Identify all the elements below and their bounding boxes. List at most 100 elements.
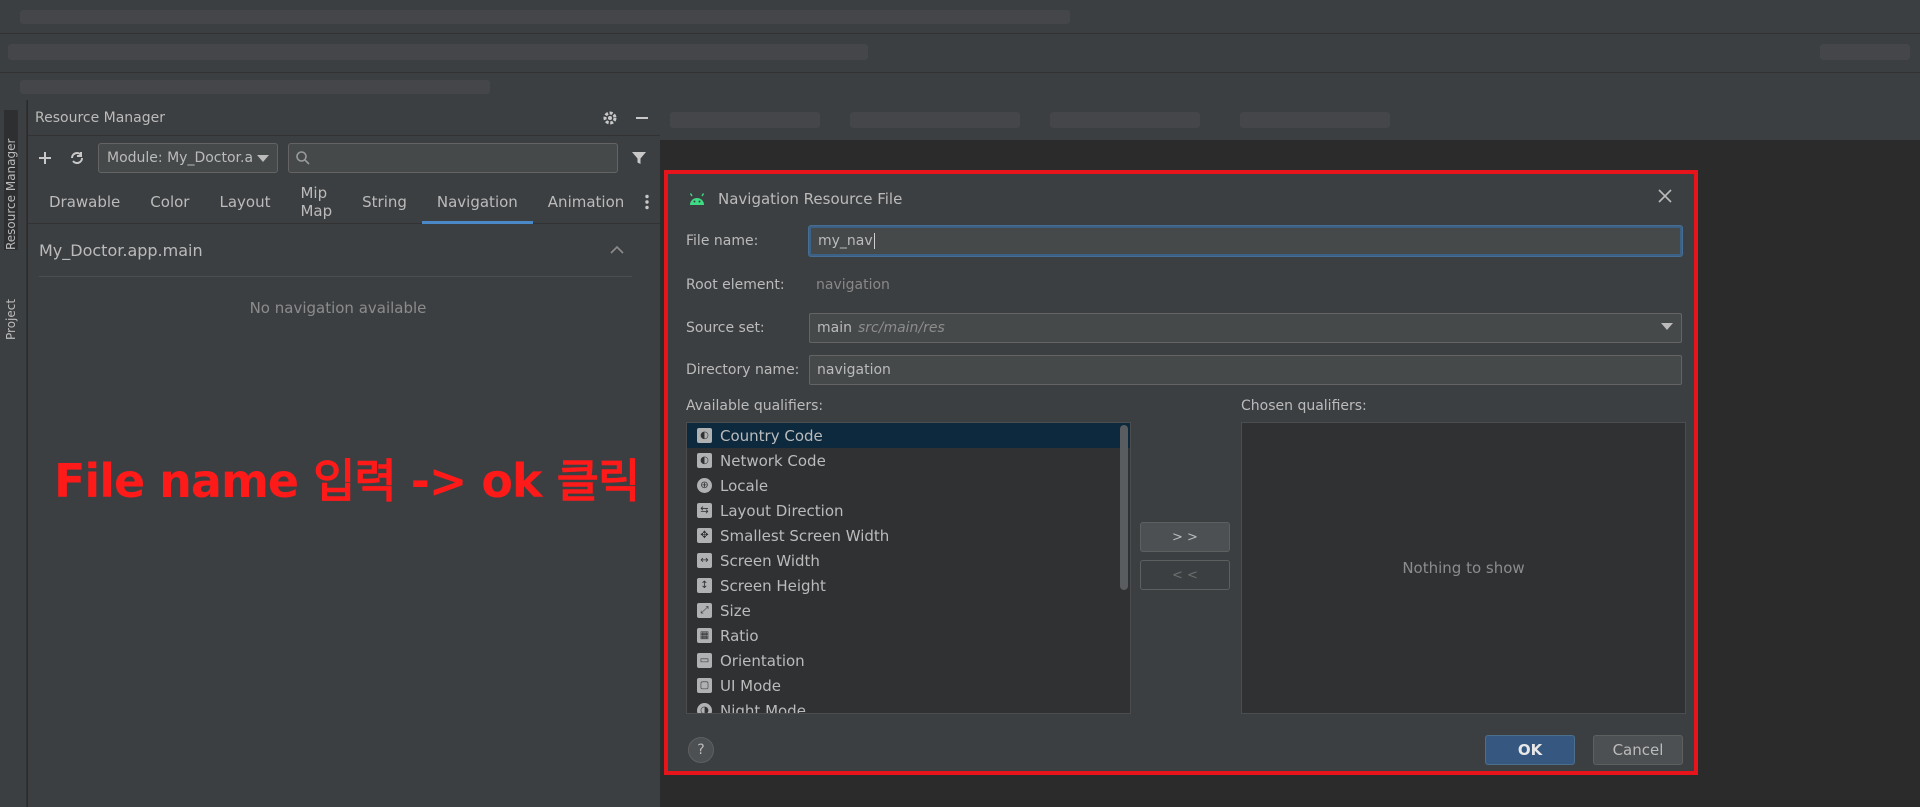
android-icon [689, 193, 705, 205]
blurred-toolbar [8, 44, 868, 60]
globe-icon: ⊕ [697, 478, 712, 493]
root-element-value: navigation [816, 277, 890, 293]
directory-name-value: navigation [817, 362, 891, 378]
search-input[interactable] [288, 143, 618, 173]
directory-name-field[interactable]: navigation [809, 355, 1682, 385]
navigation-resource-file-dialog: Navigation Resource File File name: my_n… [664, 170, 1698, 775]
tab-color[interactable]: Color [135, 180, 204, 223]
tool-window-strip: Resource Manager Project [0, 100, 27, 807]
filter-icon[interactable] [628, 147, 650, 169]
list-item[interactable]: ⤢ Size [687, 598, 1130, 623]
available-qualifiers-label: Available qualifiers: [686, 398, 824, 414]
ok-button[interactable]: OK [1485, 735, 1575, 765]
annotation-text: File name 입력 -> ok 클릭 [54, 454, 640, 508]
toolbar-divider [0, 72, 1920, 73]
root-element-label: Root element: [686, 277, 785, 293]
blurred-editor-tab [1050, 112, 1200, 128]
group-title: My_Doctor.app.main [39, 240, 203, 260]
list-item[interactable]: ◑ Night Mode [687, 698, 1130, 714]
tab-drawable[interactable]: Drawable [34, 180, 135, 223]
source-set-select[interactable]: main src/main/res [809, 313, 1682, 343]
ide-toolbar [0, 0, 1920, 100]
list-item[interactable]: ⊕ Locale [687, 473, 1130, 498]
list-item[interactable]: ↔ Screen Width [687, 548, 1130, 573]
blurred-toolbar-right [1820, 44, 1910, 60]
list-item-label: Layout Direction [720, 501, 844, 520]
blurred-breadcrumb [20, 80, 490, 94]
tab-mip-map[interactable]: Mip Map [285, 180, 347, 223]
panel-header: Resource Manager [28, 100, 660, 136]
list-item-label: Country Code [720, 426, 823, 445]
refresh-icon[interactable] [66, 147, 88, 169]
file-name-value: my_nav [818, 233, 873, 249]
screen-width-icon: ↔ [697, 553, 712, 568]
tab-string[interactable]: String [347, 180, 422, 223]
side-tab-project[interactable]: Project [4, 270, 18, 340]
list-item[interactable]: ▭ Orientation [687, 648, 1130, 673]
tab-animation[interactable]: Animation [533, 180, 639, 223]
chosen-qualifiers-label: Chosen qualifiers: [1241, 398, 1367, 414]
layout-direction-icon: ⇆ [697, 503, 712, 518]
panel-toolbar: Module: My_Doctor.a [28, 136, 660, 180]
chevron-up-icon [610, 245, 624, 254]
cancel-button[interactable]: Cancel [1593, 735, 1683, 765]
toolbar-divider [0, 33, 1920, 34]
list-scrollbar[interactable] [1120, 425, 1128, 590]
night-mode-icon: ◑ [697, 703, 712, 713]
smallest-width-icon: ✥ [697, 528, 712, 543]
list-item-label: Night Mode [720, 701, 806, 714]
list-item-label: Smallest Screen Width [720, 526, 890, 545]
blurred-editor-tab [670, 112, 820, 128]
side-tab-resource-manager[interactable]: Resource Manager [4, 110, 18, 250]
orientation-icon: ▭ [697, 653, 712, 668]
blurred-editor-tab [1240, 112, 1390, 128]
chevron-down-icon [257, 155, 269, 162]
close-icon[interactable] [1658, 184, 1672, 208]
ui-mode-icon: ▢ [697, 678, 712, 693]
list-item-label: Screen Width [720, 551, 820, 570]
panel-title: Resource Manager [35, 109, 166, 126]
list-item-label: Screen Height [720, 576, 826, 595]
blurred-editor-tab [850, 112, 1020, 128]
file-name-label: File name: [686, 233, 759, 249]
resource-tabs: Drawable Color Layout Mip Map String Nav… [28, 180, 660, 224]
list-item[interactable]: ↕ Screen Height [687, 573, 1130, 598]
size-icon: ⤢ [697, 603, 712, 618]
more-tabs-icon[interactable] [639, 180, 655, 223]
source-set-label: Source set: [686, 320, 765, 336]
available-qualifiers-list[interactable]: ◐ Country Code ◐ Network Code ⊕ Locale ⇆ Lay… [686, 422, 1131, 714]
tab-navigation[interactable]: Navigation [421, 180, 533, 224]
group-divider [39, 276, 632, 277]
chosen-qualifiers-list: Nothing to show [1241, 422, 1686, 714]
blurred-menu-bar [20, 10, 1070, 24]
list-item[interactable]: ◐ Network Code [687, 448, 1130, 473]
list-item-label: Size [720, 601, 751, 620]
source-set-path: src/main/res [857, 320, 945, 336]
add-icon[interactable] [34, 147, 56, 169]
chevron-down-icon [1661, 323, 1673, 330]
list-item[interactable]: ▢ UI Mode [687, 673, 1130, 698]
list-item-label: Orientation [720, 651, 805, 670]
resource-group-header[interactable]: My_Doctor.app.main [28, 224, 660, 276]
module-select-value: Module: My_Doctor.a [107, 150, 252, 166]
ratio-icon: ▦ [697, 628, 712, 643]
help-button[interactable]: ? [688, 737, 714, 763]
list-item-label: Ratio [720, 626, 759, 645]
text-cursor [873, 233, 875, 249]
add-qualifier-button[interactable]: > > [1140, 522, 1230, 552]
gear-icon[interactable] [599, 107, 621, 129]
chosen-empty-message: Nothing to show [1402, 559, 1525, 577]
list-item[interactable]: ▦ Ratio [687, 623, 1130, 648]
module-select[interactable]: Module: My_Doctor.a [98, 143, 278, 173]
list-item-label: Locale [720, 476, 769, 495]
remove-qualifier-button[interactable]: < < [1140, 560, 1230, 590]
list-item[interactable]: ✥ Smallest Screen Width [687, 523, 1130, 548]
list-item-label: Network Code [720, 451, 826, 470]
list-item[interactable]: ⇆ Layout Direction [687, 498, 1130, 523]
country-code-icon: ◐ [697, 428, 712, 443]
file-name-field[interactable]: my_nav [809, 226, 1682, 256]
list-item[interactable]: ◐ Country Code [687, 423, 1130, 448]
minimize-icon[interactable] [631, 107, 653, 129]
tab-layout[interactable]: Layout [204, 180, 285, 223]
empty-message: No navigation available [249, 299, 427, 317]
